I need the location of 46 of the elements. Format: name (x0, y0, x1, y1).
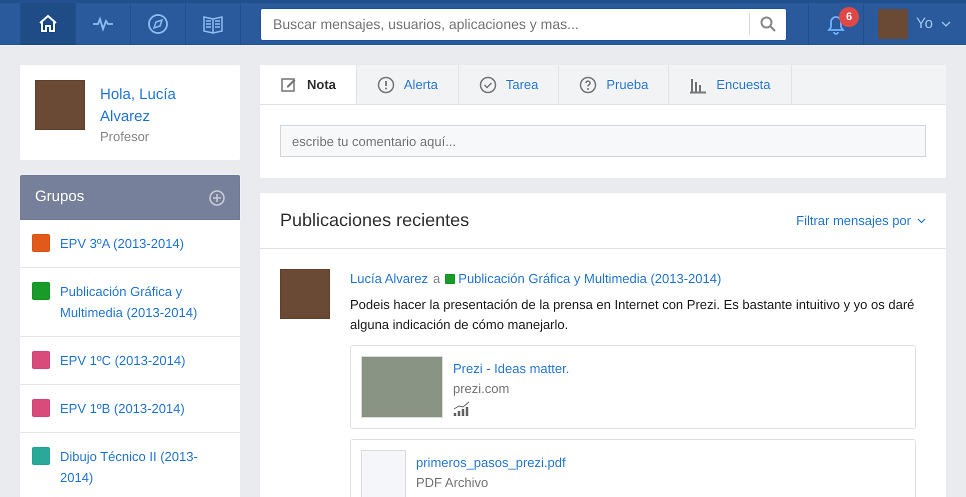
group-item[interactable]: EPV 3ºA (2013-2014) (20, 220, 240, 268)
user-menu[interactable]: Yo (864, 3, 963, 45)
notification-count: 6 (839, 7, 859, 27)
chevron-down-icon (917, 218, 926, 224)
composer-tab[interactable]: Alerta (356, 65, 459, 104)
post-text: Podeis hacer la presentación de la prensa en Internet con Prezi. Es bastante intuitivo y yo os daré alguna indicación de cómo manejarlo. (350, 296, 916, 334)
avatar (878, 9, 908, 39)
composer-tab[interactable]: Encuesta (669, 65, 792, 104)
group-item[interactable]: EPV 1ºC (2013-2014) (20, 337, 240, 385)
search-field[interactable]: Buscar mensajes, usuarios, aplicaciones y mas... (261, 8, 749, 40)
check-circle-icon (478, 76, 497, 94)
attachment-card[interactable]: primeros_pasos_prezi.pdf PDF Archivo (350, 438, 916, 497)
alert-icon (376, 76, 395, 94)
group-item[interactable]: Dibujo Técnico II (2013-2014) (20, 433, 240, 497)
attachment-title[interactable]: primeros_pasos_prezi.pdf (416, 452, 566, 472)
search-icon[interactable] (760, 16, 776, 32)
composer-tab[interactable]: Tarea (458, 65, 560, 104)
filter-dropdown[interactable]: Filtrar mensajes por (796, 210, 926, 230)
connector-text: a (433, 270, 440, 288)
attachment-subtitle: PDF Archivo (416, 474, 490, 492)
group-link[interactable]: Publicación Gráfica y Multimedia (2013-2014) (458, 269, 722, 288)
compass-icon (147, 13, 169, 35)
author-link[interactable]: Lucía Alvarez (350, 269, 428, 288)
comment-field[interactable]: escribe tu comentario aquí... (280, 125, 926, 157)
book-icon (202, 13, 224, 35)
attachment-subtitle: prezi.com (453, 380, 510, 398)
edit-icon (280, 76, 298, 94)
stats-icon[interactable] (453, 400, 471, 416)
attachment-card[interactable]: Prezi - Ideas matter. prezi.com (350, 344, 916, 428)
composer-tab[interactable]: Prueba (559, 65, 670, 104)
composer-tab[interactable]: Nota (260, 65, 357, 104)
avatar (35, 80, 85, 130)
chevron-down-icon (940, 21, 951, 27)
group-item[interactable]: Publicación Gráfica y Multimedia (2013-2014) (20, 268, 240, 337)
avatar (280, 269, 330, 319)
nav-tab[interactable] (21, 3, 76, 45)
home-icon (37, 13, 59, 35)
greeting-link[interactable]: Hola, Lucía Alvarez (100, 84, 225, 128)
question-icon (579, 76, 598, 94)
bell-icon[interactable] (825, 13, 847, 35)
feed-title: Publicaciones recientes (280, 209, 470, 232)
attachment-title[interactable]: Prezi - Ideas matter. (453, 358, 570, 378)
user-role: Profesor (100, 128, 150, 146)
group-item[interactable]: EPV 1ºB (2013-2014) (20, 385, 240, 433)
groups-title: Grupos (35, 187, 84, 208)
add-icon[interactable] (209, 190, 225, 206)
